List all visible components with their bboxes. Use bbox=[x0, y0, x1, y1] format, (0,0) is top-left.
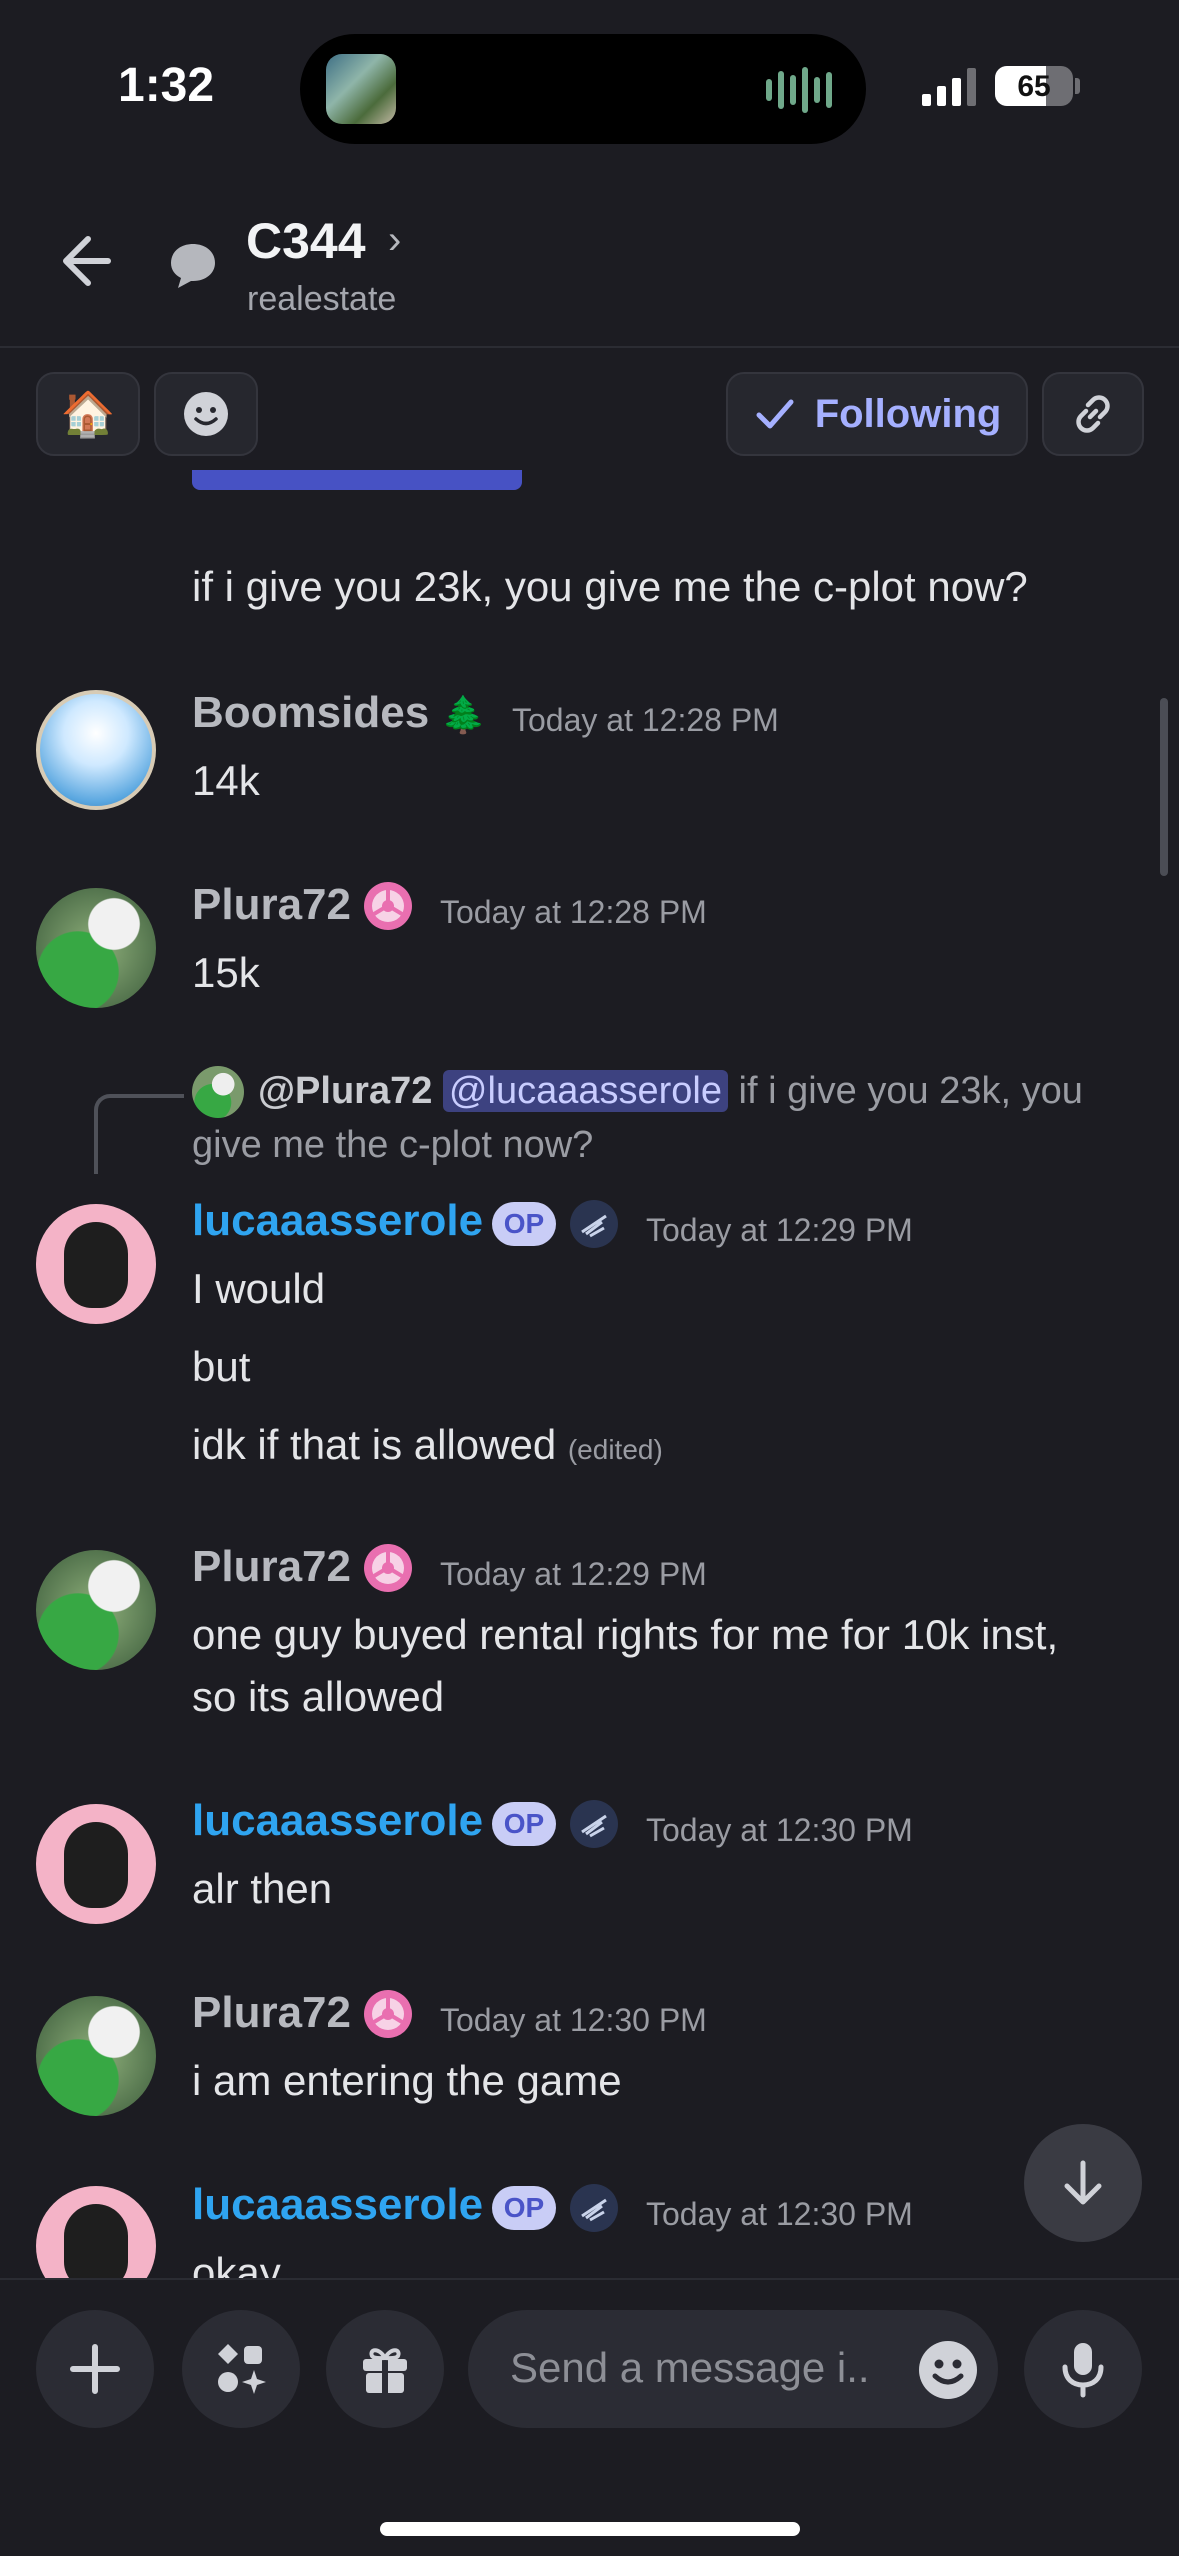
message-input[interactable]: Send a message i.. bbox=[468, 2310, 998, 2428]
apps-button[interactable] bbox=[182, 2310, 300, 2428]
role-badge-icon bbox=[364, 1990, 412, 2038]
microphone-icon bbox=[1062, 2343, 1104, 2398]
apps-icon bbox=[218, 2344, 266, 2394]
message-timestamp: Today at 12:29 PM bbox=[440, 1556, 707, 1592]
smiley-icon bbox=[184, 392, 228, 436]
message-text: alr then bbox=[192, 1865, 333, 1912]
add-reaction-button[interactable] bbox=[154, 372, 258, 456]
add-attachment-button[interactable] bbox=[36, 2310, 154, 2428]
tree-emoji: 🌲 bbox=[441, 694, 487, 735]
avatar[interactable] bbox=[36, 1550, 156, 1670]
author-name[interactable]: Boomsides 🌲 bbox=[192, 688, 486, 738]
battery-percent: 65 bbox=[1017, 70, 1051, 103]
op-badge: OP bbox=[492, 1202, 556, 1246]
message-composer: Send a message i.. bbox=[0, 2278, 1179, 2556]
arrow-down-icon bbox=[1064, 2160, 1102, 2205]
message-text: one guy buyed rental rights for me for 1… bbox=[192, 1611, 1059, 1658]
avatar[interactable] bbox=[36, 1204, 156, 1324]
avatar[interactable] bbox=[36, 888, 156, 1008]
message-timestamp: Today at 12:28 PM bbox=[440, 894, 707, 930]
gift-icon bbox=[363, 2348, 407, 2393]
message-text: 14k bbox=[192, 757, 260, 804]
message-timestamp: Today at 12:29 PM bbox=[646, 1212, 913, 1248]
status-bar: 1:32 65 bbox=[0, 0, 1179, 170]
message-text: but bbox=[192, 1343, 251, 1390]
role-badge-icon bbox=[364, 1544, 412, 1592]
message-text: I would bbox=[192, 1265, 326, 1312]
reply-preview[interactable]: @Plura72 @lucaaasserole if i give you 23… bbox=[192, 1064, 1132, 1172]
role-badge-icon bbox=[570, 1800, 618, 1848]
author-name[interactable]: Plura72 bbox=[192, 880, 351, 930]
message-text: i am entering the game bbox=[192, 2057, 622, 2104]
following-button[interactable]: Following bbox=[726, 372, 1028, 456]
voice-message-button[interactable] bbox=[1024, 2310, 1142, 2428]
emoji-picker-icon[interactable] bbox=[916, 2338, 980, 2402]
message-line: idk if that is allowed bbox=[192, 1421, 557, 1468]
battery-nub bbox=[1075, 78, 1080, 94]
message-timestamp: Today at 12:30 PM bbox=[646, 2196, 913, 2232]
plus-icon bbox=[70, 2344, 120, 2394]
copy-link-button[interactable] bbox=[1042, 372, 1144, 456]
message-timestamp: Today at 12:30 PM bbox=[646, 1812, 913, 1848]
avatar[interactable] bbox=[36, 1804, 156, 1924]
jump-to-latest-button[interactable] bbox=[1024, 2124, 1142, 2242]
signal-icon bbox=[922, 66, 976, 106]
message-timestamp: Today at 12:28 PM bbox=[512, 702, 779, 738]
message-text: idk if that is allowed (edited) bbox=[192, 1414, 663, 1481]
thread-header: C344 › realestate bbox=[0, 170, 1179, 348]
author-name[interactable]: lucaaasserole bbox=[192, 1796, 483, 1846]
chevron-right-icon[interactable]: › bbox=[388, 218, 401, 263]
battery-icon: 65 bbox=[995, 66, 1073, 106]
thread-icon bbox=[171, 244, 215, 288]
avatar[interactable] bbox=[36, 690, 156, 810]
role-badge-icon bbox=[570, 2184, 618, 2232]
dynamic-island[interactable] bbox=[300, 34, 866, 144]
reply-connector bbox=[94, 1094, 184, 1174]
back-arrow-icon[interactable] bbox=[48, 225, 120, 297]
checkmark-icon bbox=[756, 399, 794, 429]
role-badge-icon bbox=[364, 882, 412, 930]
channel-title[interactable]: C344 bbox=[246, 212, 366, 270]
author-name[interactable]: lucaaasserole bbox=[192, 2180, 483, 2230]
reply-username: @Plura72 bbox=[258, 1070, 433, 1112]
author-name[interactable]: Plura72 bbox=[192, 1542, 351, 1592]
edited-label: (edited) bbox=[567, 1434, 663, 1465]
op-badge: OP bbox=[492, 2186, 556, 2230]
scrollbar[interactable] bbox=[1160, 698, 1168, 876]
home-indicator[interactable] bbox=[380, 2522, 800, 2536]
message-text: okay bbox=[192, 2249, 281, 2278]
thread-action-row: 🏠 Following bbox=[0, 348, 1179, 470]
channel-subtitle: realestate bbox=[247, 280, 397, 318]
gift-button[interactable] bbox=[326, 2310, 444, 2428]
op-badge: OP bbox=[492, 1802, 556, 1846]
message-input-placeholder: Send a message i.. bbox=[510, 2344, 870, 2391]
partial-attachment bbox=[192, 470, 522, 490]
message-text: so its allowed bbox=[192, 1673, 445, 1720]
message-timestamp: Today at 12:30 PM bbox=[440, 2002, 707, 2038]
message-list[interactable]: if i give you 23k, you give me the c-plo… bbox=[0, 470, 1179, 2278]
following-label: Following bbox=[814, 391, 1002, 436]
role-badge-icon bbox=[570, 1200, 618, 1248]
message-text: 15k bbox=[192, 949, 260, 996]
audio-wave-icon bbox=[766, 67, 836, 113]
author-name-text: Boomsides bbox=[192, 688, 430, 737]
avatar[interactable] bbox=[36, 2186, 156, 2278]
author-name[interactable]: lucaaasserole bbox=[192, 1196, 483, 1246]
now-playing-thumbnail bbox=[326, 54, 396, 124]
avatar[interactable] bbox=[36, 1996, 156, 2116]
message-text: if i give you 23k, you give me the c-plo… bbox=[192, 563, 1028, 610]
mention: @lucaaasserole bbox=[442, 1070, 728, 1112]
status-time: 1:32 bbox=[118, 59, 215, 112]
author-name[interactable]: Plura72 bbox=[192, 1988, 351, 2038]
house-reaction-chip[interactable]: 🏠 bbox=[36, 372, 140, 456]
link-icon bbox=[1076, 395, 1110, 433]
